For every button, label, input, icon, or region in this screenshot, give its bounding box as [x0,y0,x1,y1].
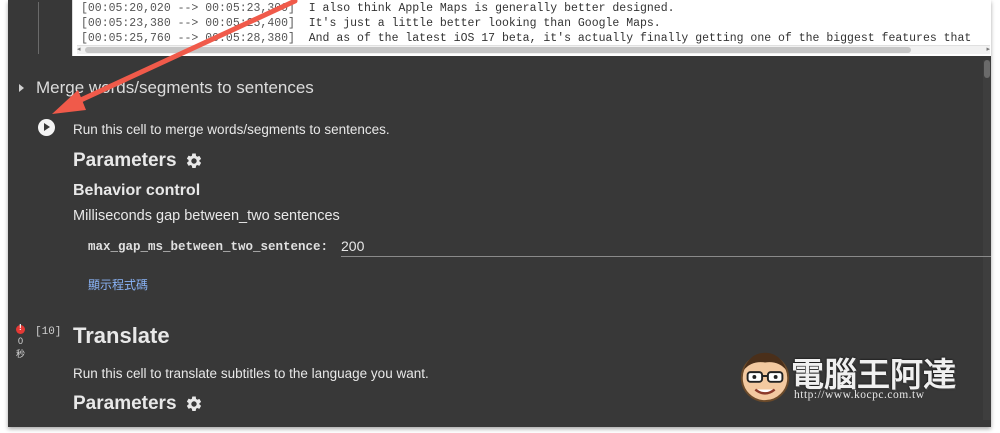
notebook-panel: [00:05:20,020 --> 00:05:23,300] I also t… [8,0,991,427]
annotation-arrow-icon [52,0,298,114]
